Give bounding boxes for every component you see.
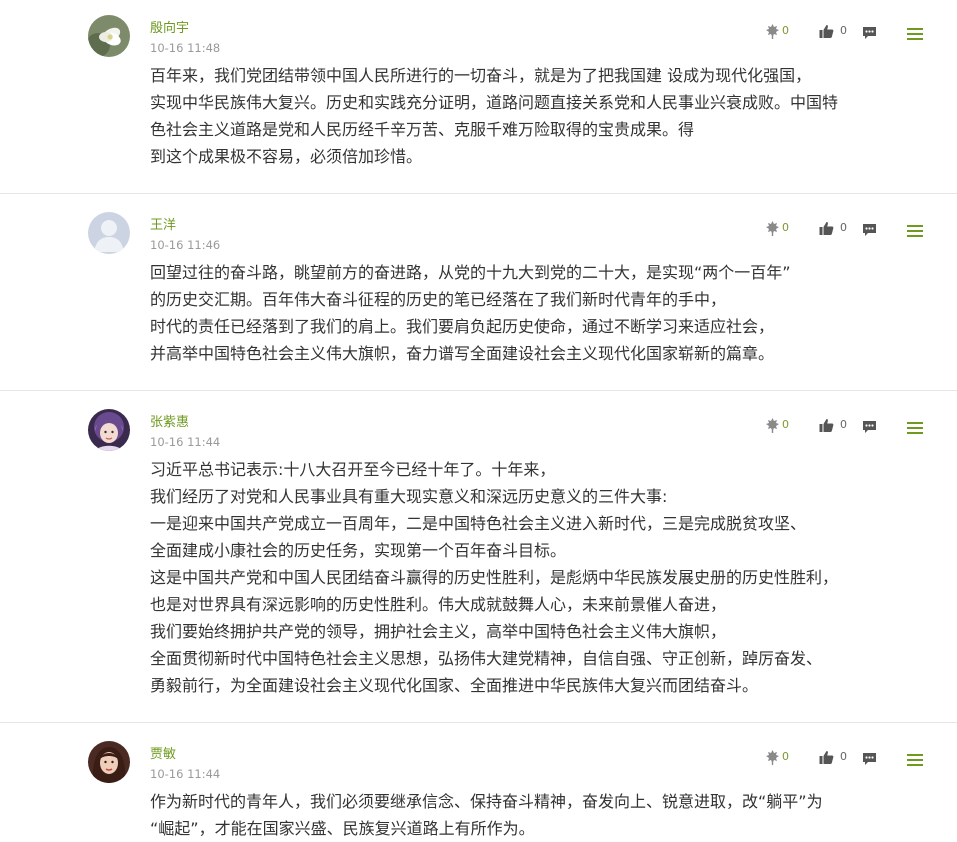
comment-line: 勇毅前行，为全面建设社会主义现代化国家、全面推进中华民族伟大复兴而团结奋斗。 [150, 676, 759, 695]
like-count: 0 [840, 750, 847, 763]
comment-line: 一是迎来中国共产党成立一百周年，二是中国特色社会主义进入新时代，三是完成脱贫攻坚… [150, 514, 807, 533]
comment-item: 贾敏 10-16 11:44 0 0 作为新时代的青年人，我们必须要继承信念、保… [0, 723, 957, 842]
comment-item: 张紫惠 10-16 11:44 0 0 习近平总书记表示:十八大召开至今已经十年… [0, 391, 957, 723]
like-count: 0 [840, 418, 847, 431]
dislike-icon [766, 24, 779, 39]
menu-icon[interactable] [907, 28, 923, 42]
reply-button[interactable] [862, 417, 877, 437]
like-button[interactable]: 0 [819, 218, 847, 238]
reply-comment-icon [863, 27, 876, 39]
comment-item: 王洋 10-16 11:46 0 0 回望过往的奋斗路，眺望前方的奋进路，从党的… [0, 194, 957, 391]
comment-line: “崛起”，才能在国家兴盛、民族复兴道路上有所作为。 [150, 819, 535, 838]
dislike-icon [766, 750, 779, 765]
reply-button[interactable] [862, 749, 877, 769]
comment-text: 回望过往的奋斗路，眺望前方的奋进路，从党的十九大到党的二十大，是实现“两个一百年… [150, 259, 940, 367]
comment-line: 我们要始终拥护共产党的领导，拥护社会主义，高举中国特色社会主义伟大旗帜， [150, 622, 727, 641]
dislike-count: 0 [782, 418, 789, 431]
avatar[interactable] [88, 15, 130, 57]
like-count: 0 [840, 221, 847, 234]
thumbs-up-icon [819, 418, 834, 432]
comment-text: 作为新时代的青年人，我们必须要继承信念、保持奋斗精神，奋发向上、锐意进取，改“躺… [150, 788, 940, 842]
menu-icon[interactable] [907, 754, 923, 768]
comment-line: 实现中华民族伟大复兴。历史和实践充分证明，道路问题直接关系党和人民事业兴衰成败。… [150, 93, 839, 112]
dislike-icon [766, 418, 779, 433]
comment-author[interactable]: 张紫惠 [150, 415, 189, 431]
reply-button[interactable] [862, 23, 877, 43]
dislike-button[interactable]: 0 [765, 218, 789, 238]
dislike-count: 0 [782, 750, 789, 763]
comment-line: 色社会主义道路是党和人民历经千辛万苦、克服千难万险取得的宝贵成果。得 [150, 120, 695, 139]
comment-line: 这是中国共产党和中国人民团结奋斗赢得的历史性胜利，是彪炳中华民族发展史册的历史性… [150, 568, 839, 587]
comment-text: 百年来，我们党团结带领中国人民所进行的一切奋斗，就是为了把我国建 设成为现代化强… [150, 62, 940, 170]
comment-author[interactable]: 贾敏 [150, 747, 176, 763]
comment-line: 全面贯彻新时代中国特色社会主义思想，弘扬伟大建党精神，自信自强、守正创新，踔厉奋… [150, 649, 823, 668]
thumbs-up-icon [819, 221, 834, 235]
comment-line: 百年来，我们党团结带领中国人民所进行的一切奋斗，就是为了把我国建 设成为现代化强… [150, 66, 812, 85]
comment-line: 并高举中国特色社会主义伟大旗帜，奋力谱写全面建设社会主义现代化国家崭新的篇章。 [150, 344, 775, 363]
like-count: 0 [840, 24, 847, 37]
dislike-button[interactable]: 0 [765, 415, 789, 435]
dislike-button[interactable]: 0 [765, 21, 789, 41]
comment-line: 全面建成小康社会的历史任务，实现第一个百年奋斗目标。 [150, 541, 567, 560]
comment-time: 10-16 11:44 [150, 767, 221, 781]
comment-author[interactable]: 王洋 [150, 218, 176, 234]
reply-comment-icon [863, 753, 876, 765]
thumbs-up-icon [819, 24, 834, 38]
thumbs-up-icon [819, 750, 834, 764]
reply-comment-icon [863, 421, 876, 433]
avatar[interactable] [88, 741, 130, 783]
reply-comment-icon [863, 224, 876, 236]
comment-line: 回望过往的奋斗路，眺望前方的奋进路，从党的十九大到党的二十大，是实现“两个一百年… [150, 263, 791, 282]
dislike-count: 0 [782, 24, 789, 37]
comment-item: 殷向宇 10-16 11:48 0 0 百年来，我们党团结带领中国人民所进行的一… [0, 0, 957, 194]
comment-time: 10-16 11:44 [150, 435, 221, 449]
avatar[interactable] [88, 409, 130, 451]
comment-line: 到这个成果极不容易，必须倍加珍惜。 [150, 147, 423, 166]
comment-line: 的历史交汇期。百年伟大奋斗征程的历史的笔已经落在了我们新时代青年的手中， [150, 290, 727, 309]
comment-line: 作为新时代的青年人，我们必须要继承信念、保持奋斗精神，奋发向上、锐意进取，改“躺… [150, 792, 823, 811]
dislike-button[interactable]: 0 [765, 747, 789, 767]
comment-time: 10-16 11:48 [150, 41, 221, 55]
comment-line: 我们经历了对党和人民事业具有重大现实意义和深远历史意义的三件大事: [150, 487, 668, 506]
reply-button[interactable] [862, 220, 877, 240]
menu-icon[interactable] [907, 422, 923, 436]
comment-author[interactable]: 殷向宇 [150, 21, 189, 37]
menu-icon[interactable] [907, 225, 923, 239]
comment-time: 10-16 11:46 [150, 238, 221, 252]
like-button[interactable]: 0 [819, 747, 847, 767]
comment-line: 也是对世界具有深远影响的历史性胜利。伟大成就鼓舞人心，未来前景催人奋进， [150, 595, 727, 614]
like-button[interactable]: 0 [819, 415, 847, 435]
dislike-icon [766, 221, 779, 236]
dislike-count: 0 [782, 221, 789, 234]
like-button[interactable]: 0 [819, 21, 847, 41]
avatar[interactable] [88, 212, 130, 254]
comment-line: 时代的责任已经落到了我们的肩上。我们要肩负起历史使命，通过不断学习来适应社会， [150, 317, 775, 336]
comment-line: 习近平总书记表示:十八大召开至今已经十年了。十年来， [150, 460, 556, 479]
comment-text: 习近平总书记表示:十八大召开至今已经十年了。十年来， 我们经历了对党和人民事业具… [150, 456, 940, 699]
